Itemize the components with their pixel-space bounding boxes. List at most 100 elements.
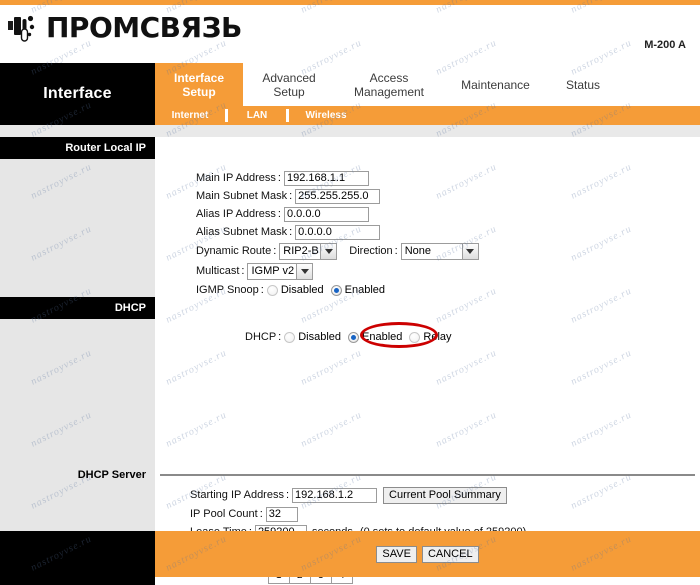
colon-alias-ip: : — [277, 208, 281, 220]
alias-subnet-mask-input[interactable] — [295, 224, 381, 240]
subtab-wireless[interactable]: Wireless — [289, 106, 363, 125]
section-header-dhcp-server-text: DHCP Server — [77, 469, 146, 481]
alias-ip-address-input[interactable] — [283, 206, 369, 222]
ip-pool-count-label: IP Pool Count — [190, 508, 258, 520]
radio-indicator — [266, 284, 278, 296]
dynamic-route-select[interactable]: RIP2-B — [279, 242, 338, 260]
colon-igmp-snoop: : — [260, 284, 264, 296]
dhcp-enabled-label: Enabled — [362, 331, 403, 343]
current-pool-summary-button[interactable]: Current Pool Summary — [383, 486, 507, 504]
dhcp-relay-label: Relay — [423, 331, 452, 343]
igmp-snoop-disabled-label: Disabled — [280, 284, 324, 296]
direction-select[interactable]: None — [400, 242, 479, 260]
field-main-subnet-mask: Main Subnet Mask : — [196, 188, 381, 204]
field-multicast: Multicast : IGMP v2 — [196, 262, 314, 280]
field-igmp-snoop: IGMP Snoop : Disabled Enabled — [196, 282, 392, 298]
igmp-snoop-disabled-radio[interactable]: Disabled — [266, 284, 324, 296]
multicast-value: IGMP v2 — [247, 262, 298, 280]
ip-pool-count-input[interactable] — [265, 506, 298, 522]
tab-advanced-setup-line1: Advanced — [262, 70, 316, 85]
main-ip-address-label: Main IP Address — [196, 172, 276, 184]
dynamic-route-label: Dynamic Route — [196, 245, 272, 257]
brand-logo: ПРОМСВЯЗЬ — [8, 11, 242, 45]
section-header-router-local-ip-text: Router Local IP — [65, 142, 146, 154]
main-subnet-mask-label: Main Subnet Mask — [196, 190, 288, 202]
section-header-dhcp: DHCP — [0, 297, 155, 319]
starting-ip-label: Starting IP Address — [190, 489, 284, 501]
tab-advanced-setup-line2: Setup — [273, 84, 305, 99]
dhcp-mode-radio-group: Disabled Enabled Relay — [284, 331, 458, 343]
tab-status[interactable]: Status — [548, 63, 618, 106]
section-rule-dhcp-server — [160, 474, 695, 476]
save-button[interactable]: SAVE — [376, 545, 417, 563]
brand-name: ПРОМСВЯЗЬ — [46, 11, 242, 44]
tab-interface-setup-line2: Setup — [182, 84, 216, 99]
colon-dynamic-route: : — [273, 245, 277, 257]
chevron-down-icon — [462, 242, 479, 260]
colon-multicast: : — [241, 265, 245, 277]
dhcp-disabled-radio[interactable]: Disabled — [284, 331, 341, 343]
starting-ip-input[interactable] — [292, 487, 378, 503]
tab-maintenance-line1: Maintenance — [461, 77, 530, 92]
dhcp-enabled-radio[interactable]: Enabled — [348, 331, 402, 343]
igmp-snoop-radio-group: Disabled Enabled — [266, 284, 392, 296]
subtab-lan[interactable]: LAN — [228, 106, 286, 125]
subtab-internet[interactable]: Internet — [155, 106, 225, 125]
colon-main-ip: : — [277, 172, 281, 184]
current-section-label: Interface — [0, 63, 155, 125]
direction-value: None — [400, 242, 463, 260]
alias-ip-address-label: Alias IP Address — [196, 208, 276, 220]
multicast-select[interactable]: IGMP v2 — [247, 262, 314, 280]
colon-starting-ip: : — [285, 489, 290, 501]
section-title-text: Interface — [43, 85, 112, 102]
section-header-dhcp-server: DHCP Server — [0, 466, 155, 484]
chevron-down-icon — [297, 262, 314, 280]
dhcp-mode-label: DHCP — [245, 331, 277, 343]
direction-label: Direction — [349, 245, 393, 257]
content-top-strip — [0, 125, 700, 137]
footer-left-block — [0, 531, 155, 585]
radio-indicator — [330, 284, 342, 296]
radio-indicator — [409, 331, 421, 343]
main-ip-address-input[interactable] — [283, 170, 369, 186]
colon-dhcp: : — [278, 331, 282, 343]
field-ip-pool-count: IP Pool Count : — [190, 506, 298, 522]
section-header-router-local-ip: Router Local IP — [0, 137, 155, 159]
cancel-button[interactable]: CANCEL — [421, 545, 479, 563]
nav-tab-list: Interface Setup Advanced Setup Access Ma… — [155, 63, 618, 106]
tab-access-management-line2: Management — [353, 84, 425, 99]
dhcp-disabled-label: Disabled — [298, 331, 342, 343]
router-admin-page: ПРОМСВЯЗЬ M-200 A Interface Interface Se… — [0, 0, 700, 585]
plug-connector-icon — [8, 11, 42, 45]
dhcp-relay-radio[interactable]: Relay — [409, 331, 452, 343]
colon-direction: : — [394, 245, 398, 257]
tab-status-line1: Status — [565, 77, 601, 92]
tab-advanced-setup[interactable]: Advanced Setup — [243, 63, 335, 106]
radio-indicator — [348, 331, 360, 343]
chevron-down-icon — [321, 242, 338, 260]
footer-button-group: SAVE CANCEL — [155, 531, 700, 577]
igmp-snoop-enabled-radio[interactable]: Enabled — [330, 284, 386, 296]
device-model: M-200 A — [644, 39, 686, 51]
tab-access-management[interactable]: Access Management — [335, 63, 443, 106]
main-subnet-mask-input[interactable] — [295, 188, 381, 204]
tab-access-management-line1: Access — [369, 70, 409, 85]
field-dhcp-mode: DHCP : Disabled Enabled Relay — [245, 329, 459, 345]
settings-content: Router Local IP Main IP Address : Main S… — [0, 125, 700, 585]
colon-pool-count: : — [259, 508, 263, 520]
igmp-snoop-enabled-label: Enabled — [344, 284, 386, 296]
main-navigation: Interface Interface Setup Advanced Setup… — [0, 63, 700, 125]
tab-interface-setup-line1: Interface — [173, 70, 225, 85]
field-starting-ip: Starting IP Address : Current Pool Summa… — [190, 486, 507, 504]
tab-maintenance[interactable]: Maintenance — [443, 63, 548, 106]
dynamic-route-value: RIP2-B — [279, 242, 322, 260]
sub-navigation: Internet LAN Wireless — [155, 106, 700, 125]
page-header: ПРОМСВЯЗЬ M-200 A — [0, 5, 700, 63]
tab-interface-setup[interactable]: Interface Setup — [155, 63, 243, 106]
page-footer: SAVE CANCEL — [0, 531, 700, 585]
field-alias-ip-address: Alias IP Address : — [196, 206, 369, 222]
multicast-label: Multicast — [196, 265, 240, 277]
colon-alias-mask: : — [289, 226, 293, 238]
colon-main-mask: : — [289, 190, 293, 202]
field-alias-subnet-mask: Alias Subnet Mask : — [196, 224, 381, 240]
